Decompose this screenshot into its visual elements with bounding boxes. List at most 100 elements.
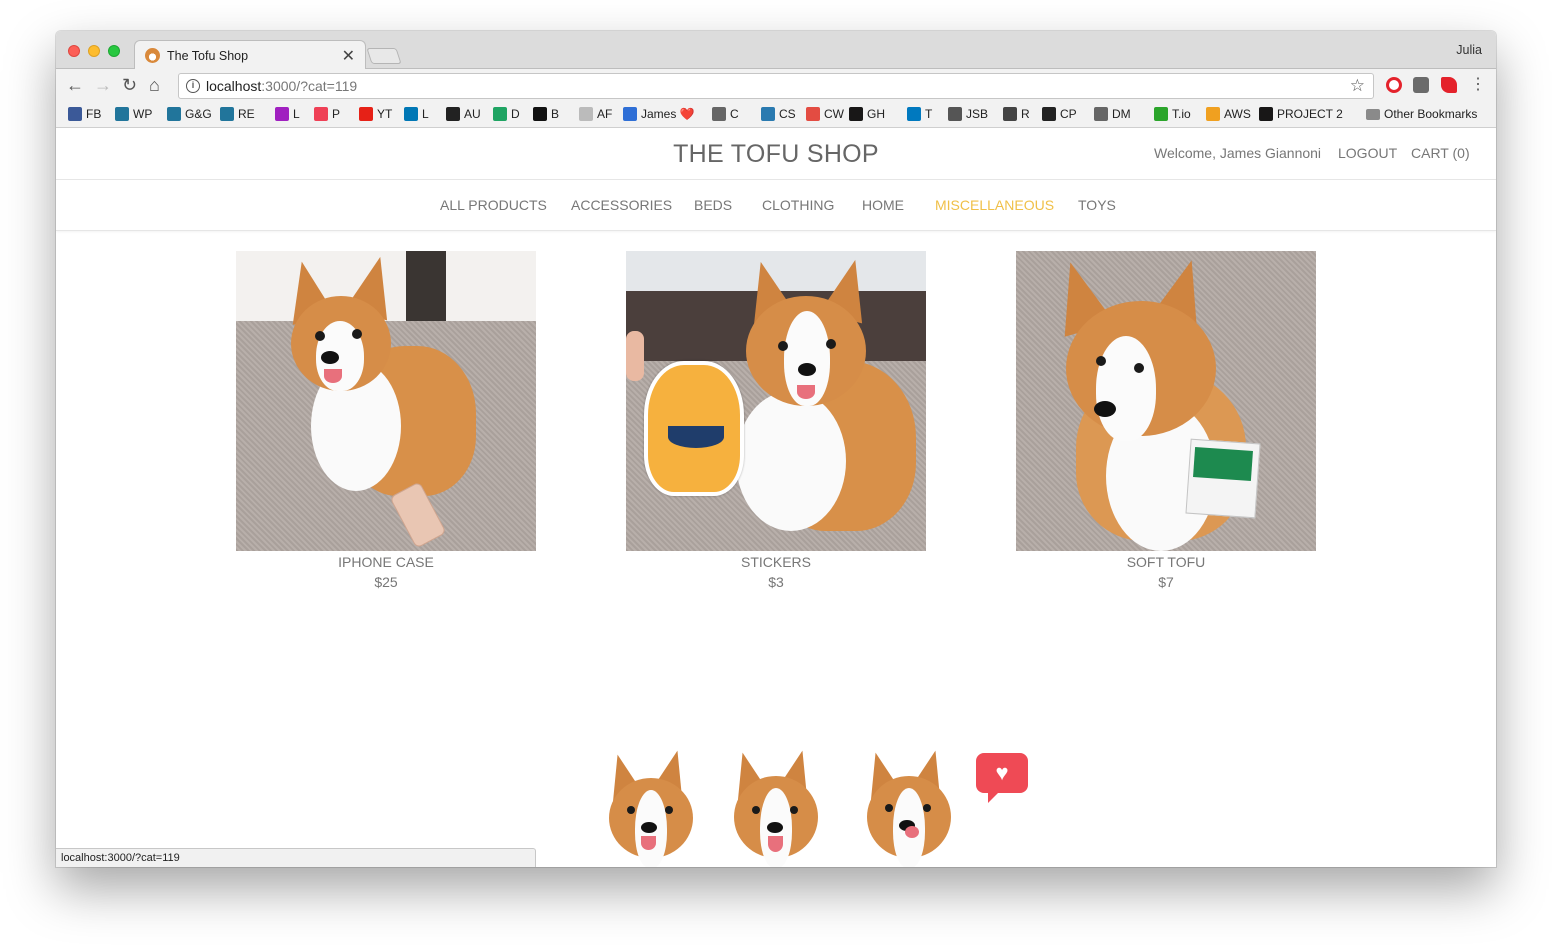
- bookmark-favicon-icon: [167, 107, 181, 121]
- category-accessories[interactable]: ACCESSORIES: [571, 197, 672, 213]
- bookmark-label: GH: [867, 107, 885, 121]
- category-beds[interactable]: BEDS: [694, 197, 732, 213]
- browser-tab[interactable]: The Tofu Shop ✕: [134, 40, 366, 70]
- zoom-window-button[interactable]: [108, 45, 120, 57]
- bookmark-label: James ❤️: [641, 107, 695, 121]
- bookmark-favicon-icon: [579, 107, 593, 121]
- bookmark-item[interactable]: DM: [1094, 107, 1131, 121]
- menu-kebab-icon[interactable]: ⋮: [1470, 75, 1486, 95]
- bookmark-label: AF: [597, 107, 613, 121]
- bookmark-item[interactable]: PROJECT 2: [1259, 107, 1343, 121]
- product-photo-stickers[interactable]: [626, 251, 926, 551]
- bookmark-label: T.io: [1172, 107, 1191, 121]
- bookmark-favicon-icon: [1206, 107, 1220, 121]
- bookmark-item[interactable]: L: [404, 107, 429, 121]
- bookmark-item[interactable]: FB: [68, 107, 101, 121]
- bookmark-favicon-icon: [446, 107, 460, 121]
- info-icon[interactable]: i: [186, 79, 200, 93]
- bookmark-item[interactable]: L: [275, 107, 300, 121]
- close-tab-icon[interactable]: ✕: [342, 46, 355, 66]
- bookmark-favicon-icon: [275, 107, 289, 121]
- bookmark-label: G&G: [185, 107, 212, 121]
- welcome-text: Welcome, James Giannoni: [1154, 145, 1322, 161]
- corgi-decoration-image: [859, 746, 959, 867]
- bookmark-favicon-icon: [806, 107, 820, 121]
- bookmarks-bar: FB WP G&G RE L P YT L AU D B AF James ❤️ C CS CW GH T JSB R…: [56, 102, 1496, 128]
- bookmark-item[interactable]: JSB: [948, 107, 988, 121]
- product-name[interactable]: IPHONE CASE: [236, 554, 536, 570]
- bookmark-favicon-icon: [493, 107, 507, 121]
- close-window-button[interactable]: [68, 45, 80, 57]
- home-icon[interactable]: ⌂: [149, 75, 160, 95]
- site-header: THE TOFU SHOP Welcome, James Giannoni LO…: [56, 128, 1496, 180]
- product-name[interactable]: STICKERS: [626, 554, 926, 570]
- category-all-products[interactable]: ALL PRODUCTS: [440, 197, 547, 213]
- category-clothing[interactable]: CLOTHING: [762, 197, 834, 213]
- bookmark-item[interactable]: B: [533, 107, 559, 121]
- bookmark-item[interactable]: P: [314, 107, 340, 121]
- product-photo-soft-tofu[interactable]: [1016, 251, 1316, 551]
- bookmark-item[interactable]: RE: [220, 107, 255, 121]
- product-card[interactable]: SOFT TOFU $7: [1016, 251, 1316, 590]
- product-photo-iphone-case[interactable]: [236, 251, 536, 551]
- bookmark-favicon-icon: [220, 107, 234, 121]
- url-text: localhost:3000/?cat=119: [206, 78, 358, 94]
- new-tab-button[interactable]: [366, 48, 402, 64]
- bookmark-item[interactable]: James ❤️: [623, 107, 695, 121]
- bookmark-favicon-icon: [68, 107, 82, 121]
- address-bar[interactable]: i localhost:3000/?cat=119 ☆: [178, 73, 1374, 99]
- bookmark-favicon-icon: [849, 107, 863, 121]
- bookmark-favicon-icon: [1259, 107, 1273, 121]
- opera-extension-icon[interactable]: [1386, 77, 1402, 93]
- back-arrow-icon[interactable]: ←: [66, 75, 84, 95]
- category-miscellaneous[interactable]: MISCELLANEOUS: [935, 197, 1054, 213]
- bookmark-item[interactable]: WP: [115, 107, 152, 121]
- bookmark-favicon-icon: [623, 107, 637, 121]
- bookmark-label: T: [925, 107, 933, 121]
- corgi-decoration-image: [726, 746, 826, 867]
- logout-link[interactable]: LOGOUT: [1338, 145, 1397, 161]
- folder-icon: [1366, 108, 1380, 120]
- bookmark-item[interactable]: C: [712, 107, 739, 121]
- bookmark-item[interactable]: YT: [359, 107, 392, 121]
- bookmark-item[interactable]: AWS: [1206, 107, 1251, 121]
- product-card[interactable]: STICKERS $3: [626, 251, 926, 590]
- minimize-window-button[interactable]: [88, 45, 100, 57]
- forward-arrow-icon[interactable]: →: [94, 75, 112, 95]
- product-price: $7: [1158, 574, 1174, 590]
- bookmark-item[interactable]: T.io: [1154, 107, 1191, 121]
- product-name[interactable]: SOFT TOFU: [1016, 554, 1316, 570]
- tab-strip: The Tofu Shop ✕ Julia: [56, 31, 1496, 70]
- lastpass-extension-icon[interactable]: [1441, 77, 1457, 93]
- cart-link[interactable]: CART (0): [1411, 145, 1470, 161]
- pocket-extension-icon[interactable]: [1413, 77, 1429, 93]
- bookmark-item[interactable]: G&G: [167, 107, 212, 121]
- bookmark-label: L: [293, 107, 300, 121]
- product-price: $3: [768, 574, 784, 590]
- bookmark-favicon-icon: [761, 107, 775, 121]
- bookmark-label: DM: [1112, 107, 1131, 121]
- bookmark-item[interactable]: CP: [1042, 107, 1077, 121]
- web-page: THE TOFU SHOP Welcome, James Giannoni LO…: [56, 128, 1496, 867]
- bookmark-favicon-icon: [1003, 107, 1017, 121]
- other-bookmarks-folder[interactable]: Other Bookmarks: [1366, 107, 1477, 121]
- bookmark-item[interactable]: T: [907, 107, 932, 121]
- category-home[interactable]: HOME: [862, 197, 904, 213]
- reload-icon[interactable]: ↻: [122, 75, 137, 95]
- bookmark-favicon-icon: [115, 107, 129, 121]
- category-toys[interactable]: TOYS: [1078, 197, 1116, 213]
- bookmark-star-icon[interactable]: ☆: [1350, 76, 1365, 96]
- bookmark-item[interactable]: GH: [849, 107, 885, 121]
- corgi-favicon-icon: [145, 48, 160, 63]
- bookmark-favicon-icon: [533, 107, 547, 121]
- bookmark-item[interactable]: CS: [761, 107, 796, 121]
- profile-name[interactable]: Julia: [1456, 43, 1482, 57]
- bookmark-favicon-icon: [712, 107, 726, 121]
- bookmark-item[interactable]: CW: [806, 107, 844, 121]
- browser-toolbar: ← → ↻ ⌂ i localhost:3000/?cat=119 ☆ ⋮: [56, 69, 1496, 102]
- bookmark-item[interactable]: AF: [579, 107, 612, 121]
- product-card[interactable]: IPHONE CASE $25: [236, 251, 536, 590]
- bookmark-item[interactable]: D: [493, 107, 520, 121]
- bookmark-item[interactable]: R: [1003, 107, 1030, 121]
- bookmark-item[interactable]: AU: [446, 107, 481, 121]
